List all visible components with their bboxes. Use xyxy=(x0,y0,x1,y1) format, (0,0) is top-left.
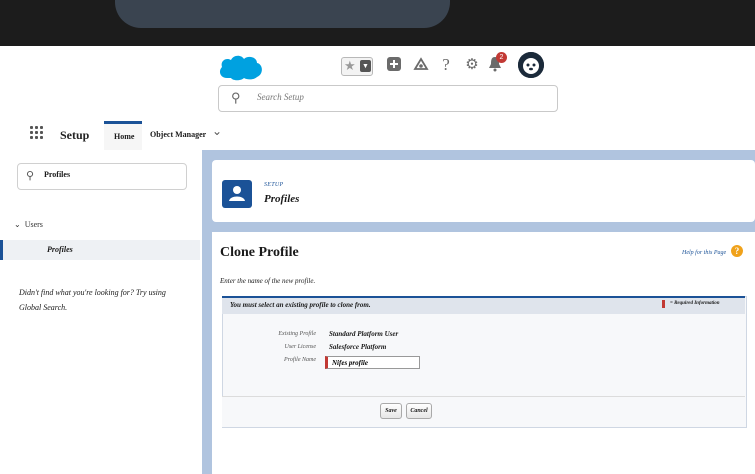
app-name: Setup xyxy=(60,128,90,142)
setup-search-input[interactable]: ⚲ Search Setup xyxy=(218,85,558,112)
form-section-header-text: You must select an existing profile to c… xyxy=(230,301,371,309)
notification-badge: 2 xyxy=(496,52,507,63)
plus-icon[interactable] xyxy=(385,56,403,74)
quick-find-input[interactable]: ⚲ Profiles xyxy=(17,163,187,190)
sidebar-item-users-label: Users xyxy=(24,220,43,229)
trailhead-icon[interactable] xyxy=(412,56,430,74)
profile-icon xyxy=(222,180,252,208)
profile-name-label: Profile Name xyxy=(284,357,316,363)
tab-object-manager[interactable]: Object Manager xyxy=(150,130,206,139)
avatar[interactable] xyxy=(518,52,544,78)
search-icon: ⚲ xyxy=(231,90,241,105)
chevron-down-icon[interactable]: ▼ xyxy=(360,60,371,72)
device-notch xyxy=(115,0,450,28)
search-placeholder: Search Setup xyxy=(257,92,304,102)
user-license-value: Salesforce Platform xyxy=(329,343,387,351)
help-icon[interactable]: ? xyxy=(731,245,743,257)
user-license-label: User License xyxy=(284,344,317,350)
save-button[interactable]: Save xyxy=(380,403,402,419)
chevron-down-icon: ⌄ xyxy=(14,220,21,229)
help-link[interactable]: Help for this Page xyxy=(682,250,726,256)
page-title: Profiles xyxy=(264,193,300,205)
required-marker xyxy=(662,300,665,308)
breadcrumb[interactable]: SETUP xyxy=(264,182,284,188)
sidebar-item-profiles[interactable]: Profiles xyxy=(0,240,200,260)
search-icon: ⚲ xyxy=(26,170,35,182)
sidebar-item-profiles-label: Profiles xyxy=(47,245,73,254)
app-launcher-icon[interactable] xyxy=(30,126,44,140)
quick-find-value: Profiles xyxy=(44,170,71,179)
tab-home-label: Home xyxy=(114,132,135,141)
cancel-button[interactable]: Cancel xyxy=(406,403,432,419)
chevron-down-icon[interactable]: ⌄ xyxy=(212,124,222,139)
tab-home[interactable]: Home xyxy=(104,121,142,153)
sidebar-item-users[interactable]: ⌄ Users xyxy=(14,220,43,229)
profile-name-input[interactable] xyxy=(325,356,420,369)
gear-icon[interactable]: ⚙ xyxy=(463,56,481,74)
button-bar xyxy=(222,396,745,427)
existing-profile-label: Existing Profile xyxy=(278,331,316,337)
salesforce-logo[interactable] xyxy=(217,52,265,84)
star-icon: ★ xyxy=(344,58,356,73)
favorites-button[interactable]: ★ ▼ xyxy=(341,57,373,76)
instructions-text: Enter the name of the new profile. xyxy=(220,277,316,285)
existing-profile-value: Standard Platform User xyxy=(329,330,399,338)
required-info-text: = Required Information xyxy=(670,301,720,306)
global-search-hint: Didn't find what you're looking for? Try… xyxy=(19,288,166,312)
page-header xyxy=(212,160,755,222)
help-icon[interactable]: ? xyxy=(437,56,455,74)
clone-profile-title: Clone Profile xyxy=(220,245,299,260)
